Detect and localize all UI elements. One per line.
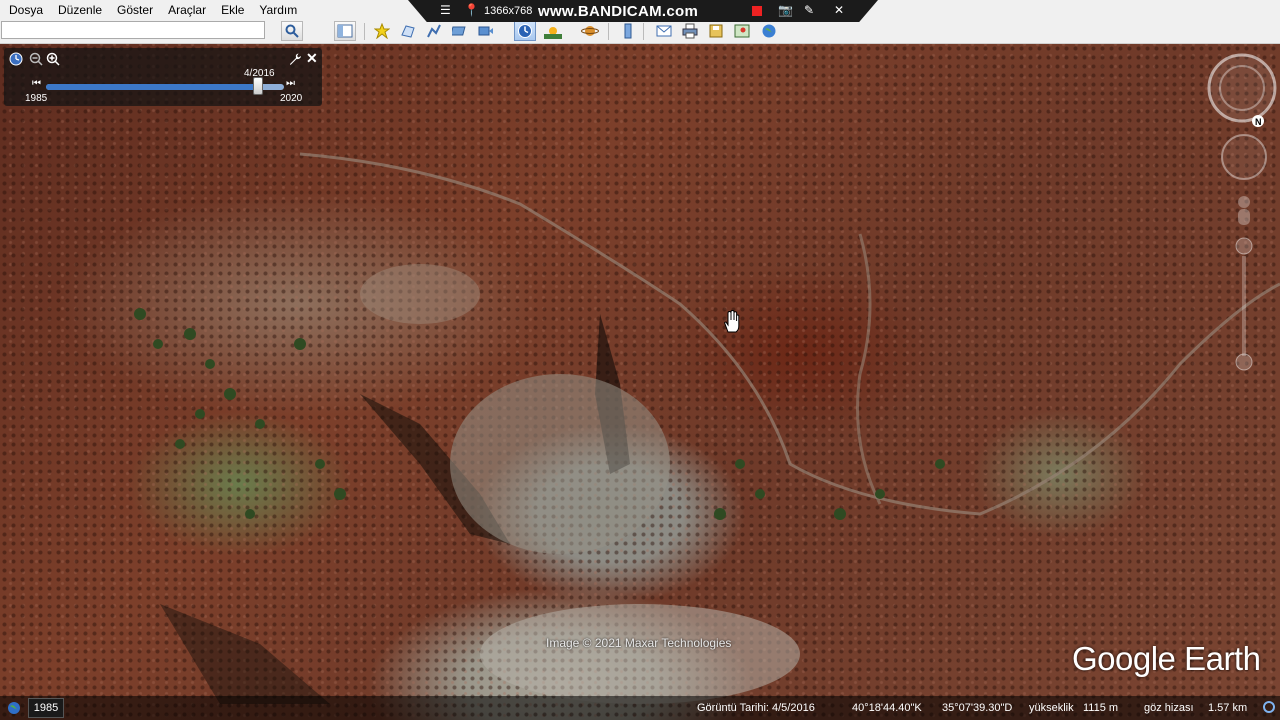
step-forward-icon[interactable]: ⏭: [286, 78, 295, 89]
svg-text:N: N: [1255, 117, 1262, 127]
terrain-features: [134, 152, 1280, 704]
path-icon: [427, 24, 441, 38]
navigation-controls: N: [1207, 53, 1277, 371]
elevation-value: 1115 m: [1083, 702, 1119, 714]
compass-ring-icon[interactable]: N: [1207, 53, 1277, 127]
close-time-slider-icon[interactable]: ✕: [306, 50, 318, 67]
sidebar-toggle-button[interactable]: [334, 21, 356, 41]
ruler-button[interactable]: [617, 21, 639, 41]
email-icon: [656, 25, 672, 37]
status-bar: 1985 Görüntü Tarihi: 4/5/2016 40°18'44.4…: [0, 696, 1280, 720]
save-image-button[interactable]: [705, 21, 727, 41]
menu-araclar[interactable]: Araçlar: [158, 3, 211, 17]
add-placemark-button[interactable]: [371, 21, 393, 41]
toolbar: [0, 20, 1280, 44]
maps-icon: [734, 24, 750, 38]
planets-button[interactable]: [579, 21, 601, 41]
email-button[interactable]: [653, 21, 675, 41]
sunlight-icon: [544, 27, 562, 39]
record-tour-button[interactable]: [475, 21, 497, 41]
clock-icon[interactable]: [9, 52, 23, 66]
streaming-status-icon: [1263, 701, 1275, 713]
look-joystick-icon[interactable]: [1221, 134, 1267, 180]
street-view-pegman-icon[interactable]: [1238, 196, 1250, 225]
latitude: 40°18'44.40"K: [852, 702, 922, 714]
historical-imagery-icon: [518, 24, 532, 38]
close-icon[interactable]: ✕: [834, 3, 844, 17]
sunlight-button[interactable]: [542, 21, 564, 41]
search-input[interactable]: [1, 21, 265, 39]
time-slider-track[interactable]: [46, 84, 284, 90]
menu-ekle[interactable]: Ekle: [211, 3, 249, 17]
eye-altitude-value: 1.57 km: [1208, 702, 1248, 714]
google-earth-logo: Google Earth: [1072, 640, 1261, 677]
add-path-button[interactable]: [423, 21, 445, 41]
menu-goster[interactable]: Göster: [107, 3, 158, 17]
search-icon: [285, 24, 299, 38]
wrench-icon[interactable]: [288, 52, 302, 66]
earth-view-button[interactable]: [758, 21, 780, 41]
pin-icon[interactable]: 📍: [464, 3, 479, 17]
menu-dosya[interactable]: Dosya: [0, 3, 48, 17]
bandicam-overlay: ☰ 📍 1366x768 www.BANDICAM.com 📷 ✎ ✕: [408, 0, 878, 22]
eye-altitude-label: göz hizası: [1144, 702, 1194, 714]
earth-view-icon: [762, 24, 776, 38]
add-polygon-button[interactable]: [397, 21, 419, 41]
save-image-icon: [709, 24, 723, 38]
camera-icon[interactable]: 📷: [778, 3, 793, 17]
image-overlay-button[interactable]: [449, 21, 471, 41]
map-view[interactable]: Image © 2021 Maxar Technologies Google E…: [0, 44, 1280, 720]
year-badge: 1985: [28, 698, 64, 718]
time-slider-thumb[interactable]: [252, 77, 263, 95]
zoom-slider[interactable]: [1235, 237, 1253, 371]
time-slider-fill: [46, 84, 258, 90]
hand-cursor-icon: [724, 310, 740, 333]
planets-icon: [581, 26, 599, 36]
record-tour-icon: [478, 26, 493, 36]
start-year-label: 1985: [25, 93, 48, 104]
zoom-out-icon[interactable]: [29, 52, 43, 66]
search-button[interactable]: [281, 21, 303, 41]
time-slider-panel: ✕ 4/2016 ⏮ ⏭ 1985 2020: [4, 48, 322, 106]
longitude: 35°07'39.30"D: [942, 702, 1013, 714]
polygon-icon: [401, 25, 415, 38]
step-back-icon[interactable]: ⏮: [32, 78, 41, 89]
pencil-icon[interactable]: ✎: [804, 3, 814, 17]
recording-resolution: 1366x768: [484, 5, 533, 17]
bandicam-logo: www.BANDICAM.com: [538, 3, 699, 20]
imagery-date: Görüntü Tarihi: 4/5/2016: [697, 702, 815, 714]
end-year-label: 2020: [280, 93, 303, 104]
print-button[interactable]: [679, 21, 701, 41]
placemark-icon: [374, 23, 390, 39]
image-overlay-icon: [452, 26, 466, 36]
print-icon: [682, 23, 698, 39]
record-stop-icon[interactable]: [752, 6, 762, 16]
menu-duzenle[interactable]: Düzenle: [48, 3, 107, 17]
elevation-label: yükseklik: [1029, 702, 1074, 714]
ruler-icon: [624, 23, 632, 39]
menu-yardim[interactable]: Yardım: [249, 3, 302, 17]
sidebar-toggle-icon: [337, 24, 353, 38]
menu-icon[interactable]: ☰: [440, 3, 451, 17]
globe-icon: [8, 702, 20, 714]
zoom-in-icon[interactable]: [46, 52, 60, 66]
historical-imagery-button[interactable]: [514, 21, 536, 41]
imagery-attribution: Image © 2021 Maxar Technologies: [546, 636, 732, 650]
maps-button[interactable]: [731, 21, 753, 41]
